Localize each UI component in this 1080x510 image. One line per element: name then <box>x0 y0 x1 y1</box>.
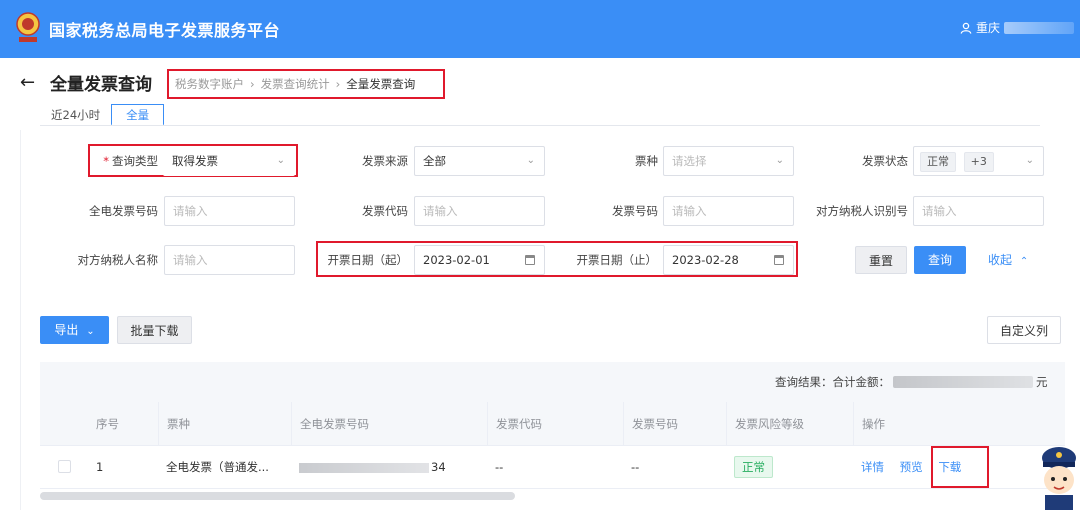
export-button[interactable]: 导出 ⌄ <box>40 316 109 344</box>
column-header-index: 序号 <box>96 417 119 431</box>
query-type-value: 取得发票 <box>172 154 218 168</box>
counterparty-name-label: 对方纳税人名称 <box>77 253 159 267</box>
page-header: ← 全量发票查询 <box>20 70 152 95</box>
invoice-status-label: 发票状态 <box>862 154 908 168</box>
breadcrumb-separator: › <box>335 77 341 91</box>
cell-kind: 全电发票（普通发... <box>166 460 269 474</box>
date-start-value: 2023-02-01 <box>423 253 490 267</box>
date-end-label: 开票日期（止） <box>576 253 658 267</box>
detail-link[interactable]: 详情 <box>861 460 884 474</box>
chevron-up-icon: ⌃ <box>1019 256 1029 267</box>
export-label: 导出 <box>54 323 79 337</box>
invoice-number-redacted <box>299 462 429 473</box>
invoice-status-select[interactable]: 正常 +3 ⌄ <box>913 146 1044 176</box>
breadcrumb: 税务数字账户 › 发票查询统计 › 全量发票查询 <box>167 69 445 99</box>
batch-download-button[interactable]: 批量下载 <box>117 316 192 344</box>
tax-emblem-icon <box>16 12 40 42</box>
date-start-picker[interactable]: 2023-02-01 <box>414 245 545 275</box>
risk-status-badge: 正常 <box>734 456 773 478</box>
invoice-source-value: 全部 <box>423 154 446 168</box>
search-button[interactable]: 查询 <box>914 246 966 274</box>
tabs-divider <box>40 125 1040 126</box>
user-name: 重庆 <box>976 21 1001 35</box>
cell-code: -- <box>495 460 504 474</box>
cell-number: -- <box>631 460 640 474</box>
page-title: 全量发票查询 <box>50 75 152 95</box>
counterparty-tax-id-label: 对方纳税人识别号 <box>816 204 908 218</box>
chevron-down-icon: ⌄ <box>526 155 535 166</box>
row-checkbox[interactable] <box>58 460 71 473</box>
reset-button[interactable]: 重置 <box>855 246 907 274</box>
highlight-download <box>931 446 989 488</box>
collapse-link[interactable]: 收起 ⌃ <box>988 246 1028 276</box>
chevron-down-icon: ⌄ <box>775 155 784 166</box>
total-amount-redacted <box>893 376 1033 388</box>
full-invoice-no-input[interactable]: 请输入 <box>164 196 295 226</box>
full-invoice-no-label: 全电发票号码 <box>89 204 158 218</box>
status-tag-normal: 正常 <box>920 152 956 172</box>
invoice-kind-label: 票种 <box>635 154 658 168</box>
breadcrumb-separator: › <box>250 77 255 91</box>
breadcrumb-item-tax-account[interactable]: 税务数字账户 <box>175 76 244 92</box>
calendar-icon <box>525 255 535 265</box>
preview-link[interactable]: 预览 <box>900 460 923 474</box>
result-summary: 查询结果：合计金额： 元 <box>775 374 1048 390</box>
user-icon <box>960 22 972 34</box>
column-header-risk: 发票风险等级 <box>726 402 853 446</box>
query-type-label: * 查询类型 <box>103 154 158 168</box>
invoice-source-select[interactable]: 全部 ⌄ <box>414 146 545 176</box>
user-name-redacted <box>1004 21 1075 34</box>
top-bar: 国家税务总局电子发票服务平台 重庆 <box>0 0 1080 58</box>
breadcrumb-item-stats[interactable]: 发票查询统计 <box>261 76 330 92</box>
invoice-kind-placeholder: 请选择 <box>672 154 707 168</box>
date-start-label: 开票日期（起） <box>327 253 409 267</box>
calendar-icon <box>774 255 784 265</box>
invoice-kind-select[interactable]: 请选择 ⌄ <box>663 146 794 176</box>
app-title: 国家税务总局电子发票服务平台 <box>49 21 281 40</box>
custom-columns-button[interactable]: 自定义列 <box>987 316 1061 344</box>
date-end-value: 2023-02-28 <box>672 253 739 267</box>
panel-border <box>20 130 21 510</box>
invoice-source-label: 发票来源 <box>362 154 408 168</box>
column-header-ops: 操作 <box>853 402 1065 446</box>
query-type-select[interactable]: 取得发票 ⌄ <box>163 146 295 176</box>
column-header-kind: 票种 <box>158 402 291 446</box>
status-tag-more: +3 <box>963 152 994 172</box>
result-summary-label: 查询结果：合计金额： <box>775 375 890 389</box>
tab-last-24h[interactable]: 近24小时 <box>40 104 111 126</box>
row-divider <box>40 488 1065 489</box>
required-mark: * <box>103 154 109 168</box>
column-header-full-no: 全电发票号码 <box>291 402 487 446</box>
chevron-down-icon: ⌄ <box>276 155 285 166</box>
invoice-no-input[interactable]: 请输入 <box>663 196 794 226</box>
invoice-number-tail: 34 <box>431 460 446 474</box>
chevron-down-icon: ⌄ <box>86 326 95 337</box>
column-header-code: 发票代码 <box>487 402 623 446</box>
invoice-no-label: 发票号码 <box>612 204 658 218</box>
cell-index: 1 <box>96 460 104 474</box>
collapse-label: 收起 <box>988 253 1013 267</box>
cell-full-no: 34 <box>291 447 446 487</box>
horizontal-scrollbar[interactable] <box>40 492 515 500</box>
breadcrumb-item-current: 全量发票查询 <box>346 77 416 91</box>
chevron-down-icon: ⌄ <box>1025 155 1034 166</box>
counterparty-name-input[interactable]: 请输入 <box>164 245 295 275</box>
time-range-tabs: 近24小时 全量 <box>40 104 165 126</box>
column-header-number: 发票号码 <box>623 402 726 446</box>
currency-unit: 元 <box>1036 375 1048 389</box>
tab-all[interactable]: 全量 <box>111 104 165 126</box>
cell-risk: 正常 <box>726 447 773 487</box>
arrow-left-icon[interactable]: ← <box>20 72 44 93</box>
invoice-code-input[interactable]: 请输入 <box>414 196 545 226</box>
user-menu[interactable]: 重庆 <box>960 19 1075 36</box>
mascot-icon <box>1042 447 1076 510</box>
date-end-picker[interactable]: 2023-02-28 <box>663 245 794 275</box>
invoice-code-label: 发票代码 <box>362 204 408 218</box>
counterparty-tax-id-input[interactable]: 请输入 <box>913 196 1044 226</box>
